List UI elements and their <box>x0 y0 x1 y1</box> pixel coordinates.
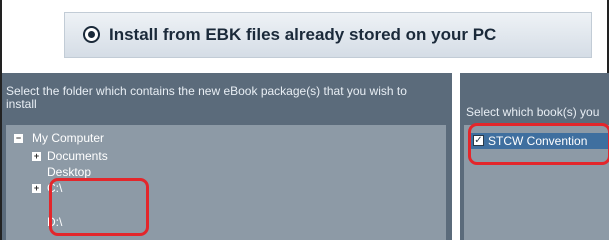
folder-instruction: Select the folder which contains the new… <box>6 84 407 111</box>
radio-selected-icon[interactable] <box>83 26 100 43</box>
tree-item-desktop[interactable]: Desktop <box>47 165 91 179</box>
highlight-box-book <box>468 123 609 165</box>
install-option-banner[interactable]: Install from EBK files already stored on… <box>64 12 592 58</box>
install-option-label: Install from EBK files already stored on… <box>109 25 497 44</box>
tree-item-label: Desktop <box>47 165 92 179</box>
tree-item-label: My Computer <box>32 131 105 145</box>
collapse-icon[interactable]: − <box>14 134 23 143</box>
expand-icon[interactable]: + <box>32 152 41 161</box>
book-instruction: Select which book(s) you <box>466 105 600 119</box>
tree-item-label: Documents <box>47 149 108 163</box>
highlight-box-tree <box>49 178 149 236</box>
expand-icon[interactable]: + <box>32 184 41 193</box>
